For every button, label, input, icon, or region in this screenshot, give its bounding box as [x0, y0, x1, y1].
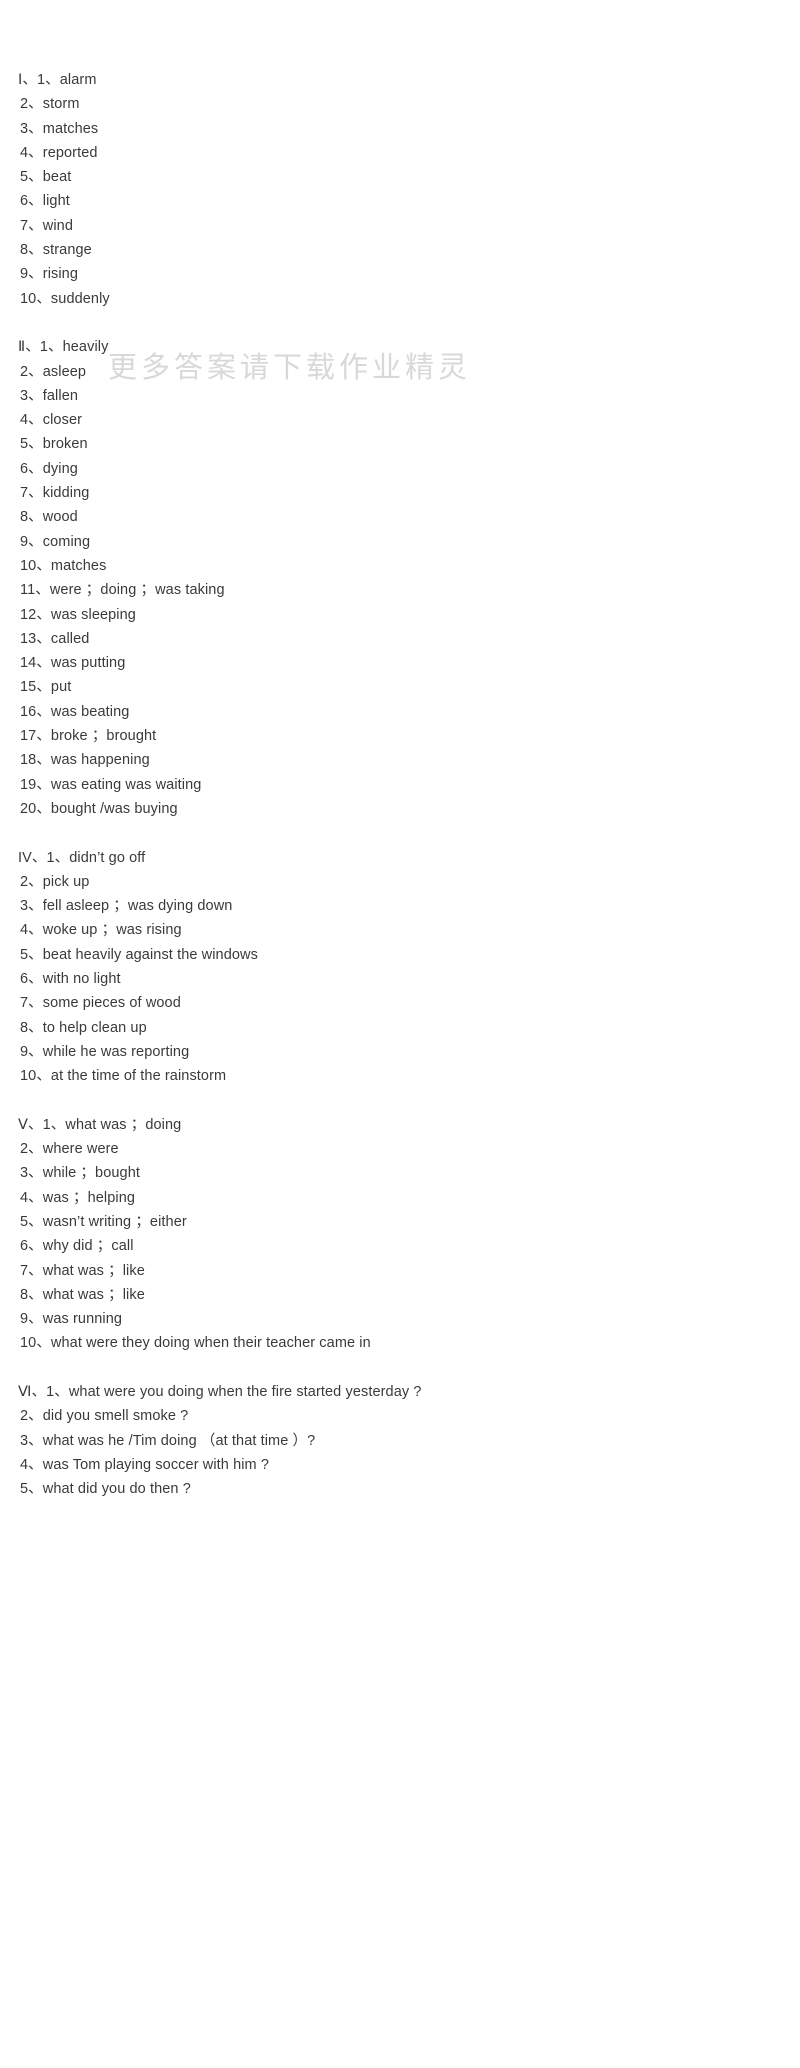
answer-line: 2、where were: [20, 1141, 119, 1158]
answer-line: 8、what was ；like: [20, 1286, 145, 1303]
answer-line: 12、was sleeping: [20, 606, 136, 623]
answer-line: 6、with no light: [20, 970, 121, 987]
answer-line: 10、at the time of the rainstorm: [20, 1068, 227, 1085]
answer-line: 2、did you smell smoke ?: [20, 1408, 189, 1425]
answer-line: 10、matches: [20, 557, 107, 574]
section-heading-line: IV、1、didn’t go off: [18, 849, 146, 866]
answer-line: 5、what did you do then ?: [20, 1481, 191, 1498]
answer-line: 10、suddenly: [20, 290, 110, 307]
answer-line: 17、broke ；brought: [20, 728, 157, 745]
answer-line: 19、was eating was waiting: [20, 776, 202, 793]
answer-line: 15、put: [20, 679, 72, 696]
answer-line: 9、while he was reporting: [20, 1043, 190, 1060]
answer-line: 5、wasn’t writing ；either: [20, 1213, 187, 1230]
section-heading-line: Ⅴ、1、what was ；doing: [18, 1116, 182, 1133]
answer-line: 3、fallen: [20, 387, 79, 404]
answer-line: 2、storm: [20, 96, 80, 113]
answer-line: 16、was beating: [20, 703, 130, 720]
answer-line: 18、was happening: [20, 752, 150, 769]
answer-line: 10、what were they doing when their teach…: [20, 1335, 371, 1352]
section-heading-line: Ⅵ、1、what were you doing when the fire st…: [18, 1384, 422, 1401]
answer-line: 3、matches: [20, 120, 99, 137]
answer-line: 5、beat heavily against the windows: [20, 946, 258, 963]
answer-line: 7、some pieces of wood: [20, 995, 181, 1012]
answer-line: 11、were ；doing ；was taking: [20, 582, 225, 599]
answer-line: 6、why did ；call: [20, 1238, 134, 1255]
answer-line: 4、reported: [20, 144, 98, 161]
section-heading-line: Ⅰ、1、alarm: [18, 72, 97, 88]
answer-line: 7、wind: [20, 217, 73, 234]
answer-line: 8、to help clean up: [20, 1019, 147, 1036]
answer-line: 4、was Tom playing soccer with him ?: [20, 1456, 270, 1473]
answer-line: 4、was ；helping: [20, 1189, 136, 1206]
answer-line: 9、rising: [20, 266, 79, 283]
answer-line: 5、beat: [20, 169, 72, 186]
answer-line: 3、fell asleep ；was dying down: [20, 898, 233, 915]
answer-line: 4、woke up ；was rising: [20, 922, 182, 939]
answer-line: 6、dying: [20, 460, 78, 477]
answer-line: 14、was putting: [20, 655, 126, 672]
answer-line: 3、while ；bought: [20, 1165, 140, 1182]
answer-line: 6、light: [20, 193, 70, 210]
answer-line: 8、strange: [20, 242, 92, 259]
answer-line: 3、what was he /Tim doing （at that time ）…: [20, 1432, 316, 1449]
answer-sheet: Ⅰ、1、alarm 2、storm 3、matches 4、reported 5、bea…: [0, 0, 800, 2068]
answer-line: 13、called: [20, 630, 90, 647]
section-heading-line: Ⅱ、1、heavily: [18, 339, 109, 356]
answer-line: 5、broken: [20, 436, 88, 453]
answer-line: 2、pick up: [20, 873, 90, 890]
answer-line: 8、wood: [20, 509, 78, 526]
answer-line: 7、kidding: [20, 485, 90, 502]
answer-line: 7、what was ；like: [20, 1262, 145, 1279]
answer-line: 2、asleep: [20, 363, 87, 380]
answer-line: 4、closer: [20, 412, 83, 429]
answer-line: 20、bought /was buying: [20, 800, 178, 817]
answer-line: 9、was running: [20, 1311, 123, 1328]
answer-line: 9、coming: [20, 533, 91, 550]
